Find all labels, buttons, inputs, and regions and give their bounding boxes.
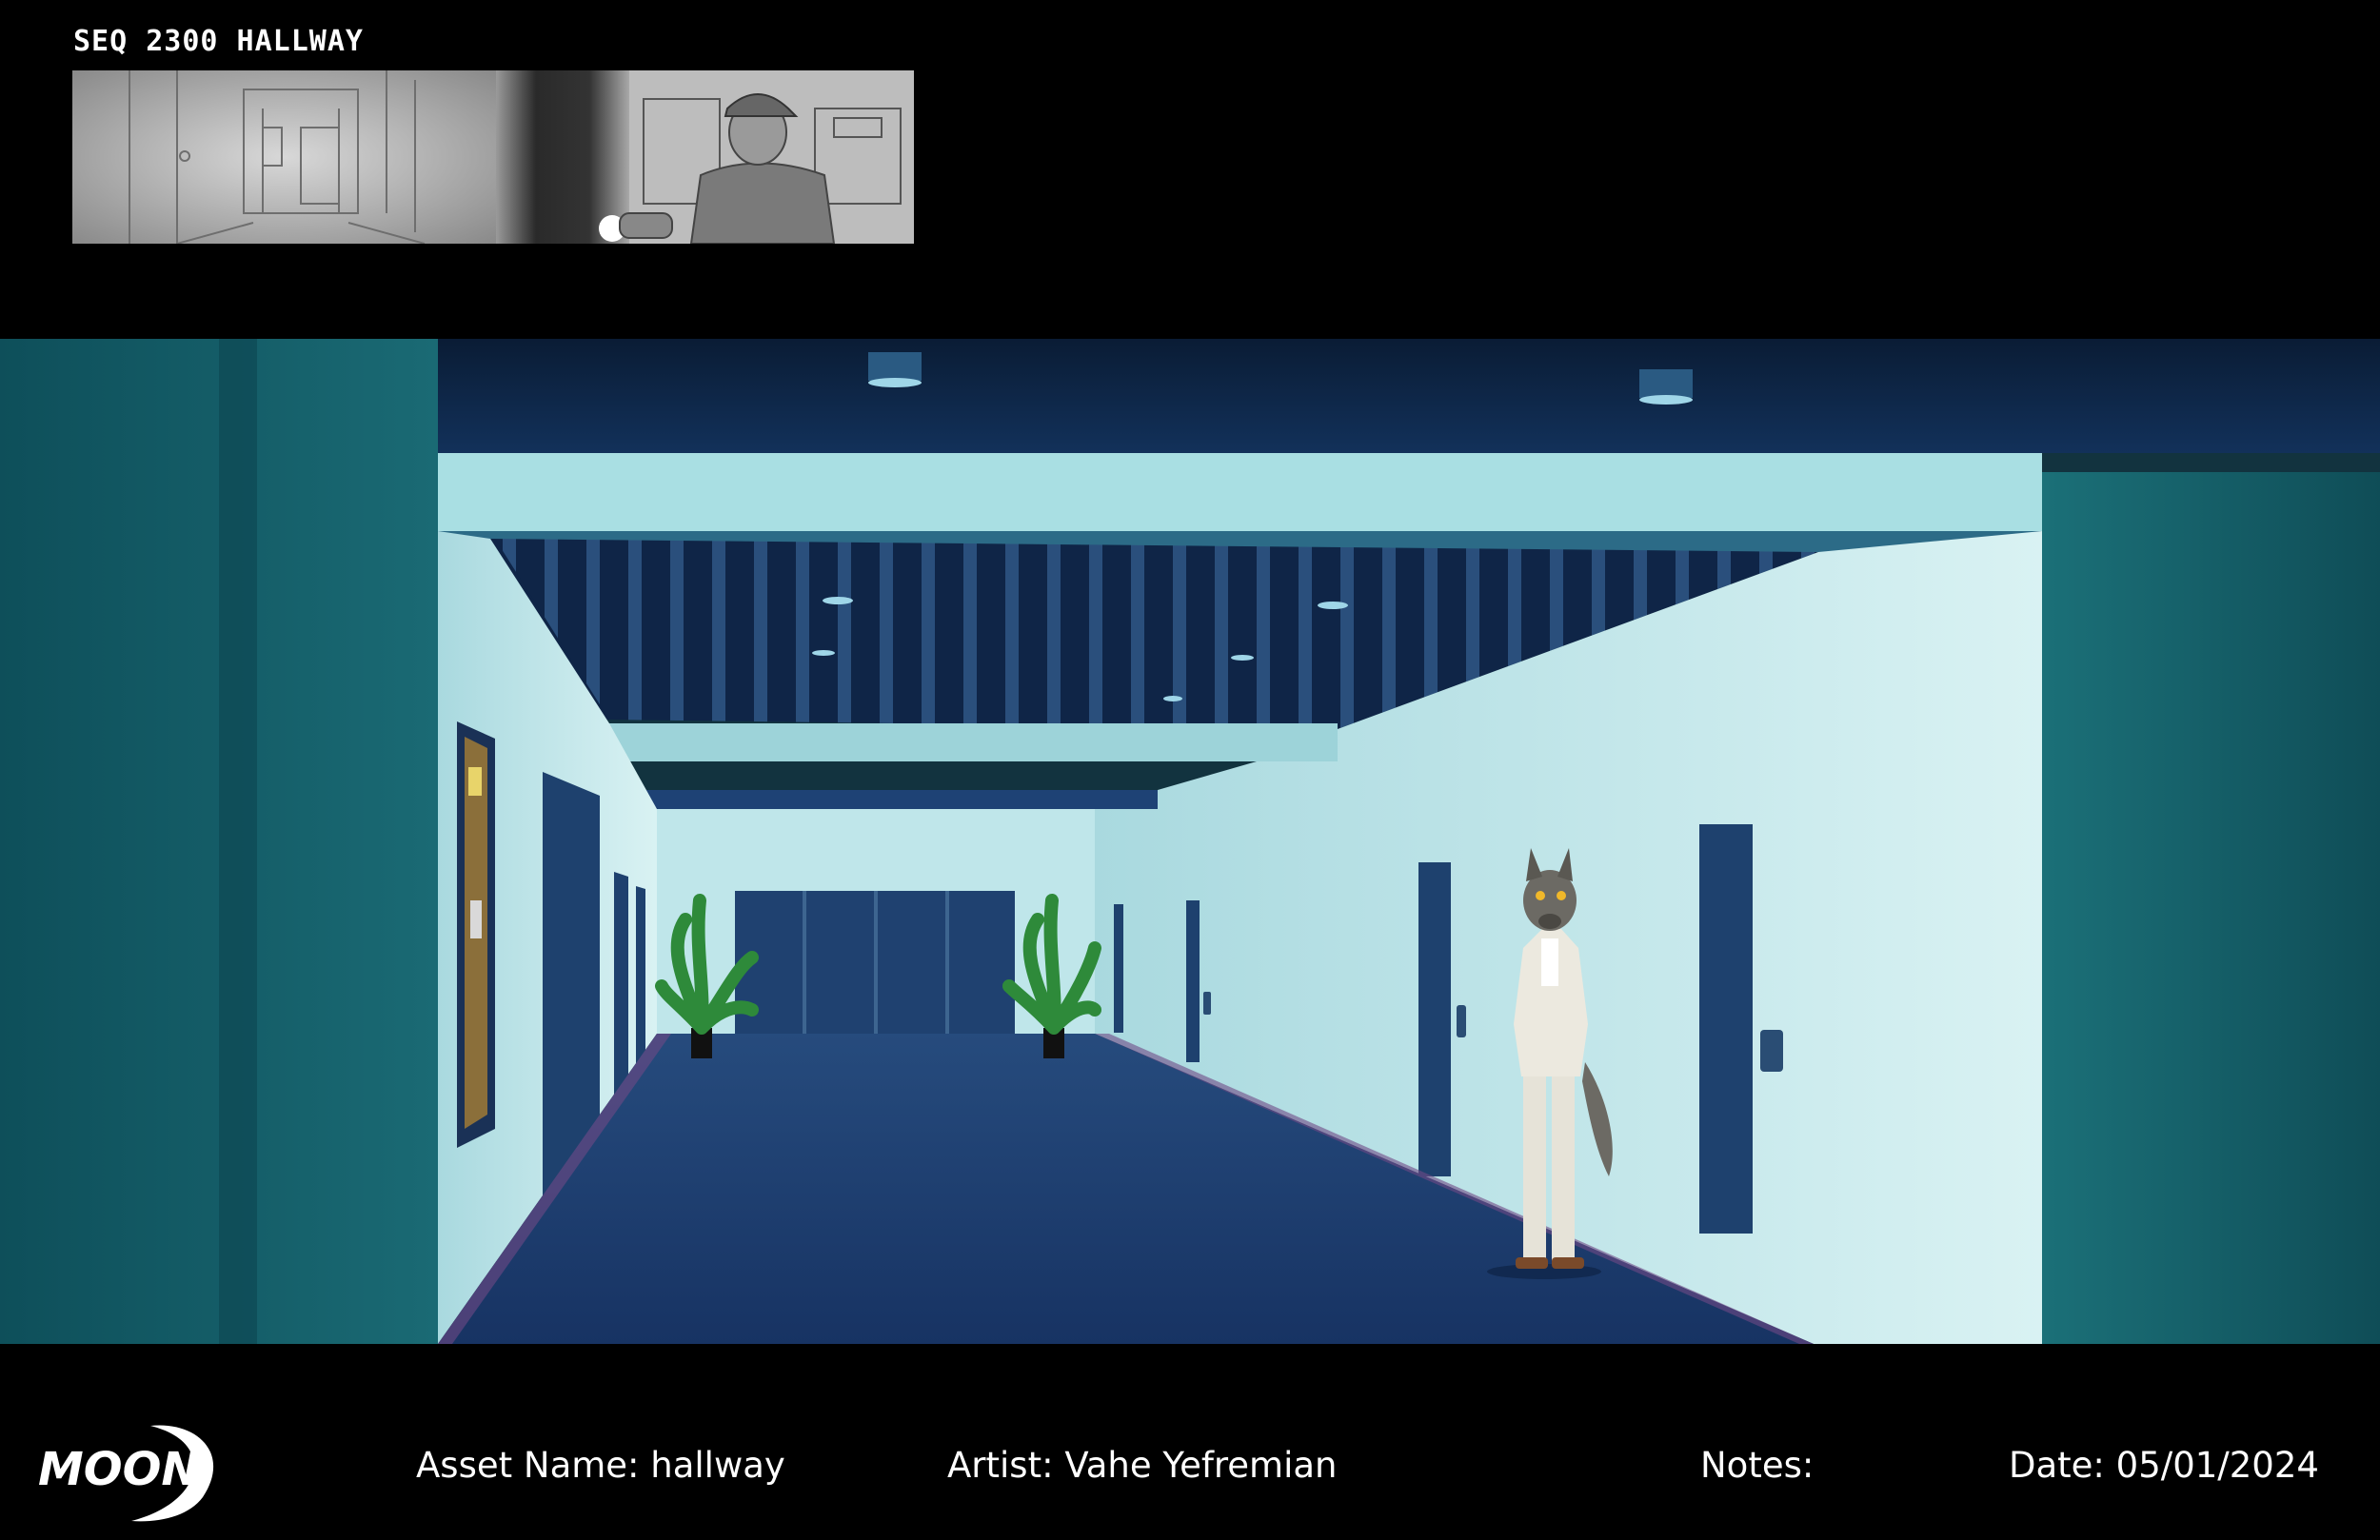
ceiling-light-icon bbox=[1318, 602, 1348, 609]
keypad-icon bbox=[1203, 992, 1211, 1015]
ceiling-light-icon bbox=[1231, 655, 1254, 661]
ceiling-light-icon bbox=[868, 352, 922, 387]
hallway-scene bbox=[0, 339, 2380, 1344]
storyboard-thumbnail bbox=[72, 70, 914, 244]
moon-logo: MOON bbox=[38, 1425, 214, 1522]
keypad-icon bbox=[1457, 1005, 1466, 1037]
guard-with-flashlight-sketch-panel bbox=[599, 70, 914, 244]
ceiling-light-icon bbox=[1163, 696, 1182, 701]
date-label: Date: 05/01/2024 bbox=[2009, 1445, 2319, 1486]
artist-label: Artist: Vahe Yefremian bbox=[947, 1445, 1338, 1486]
keypad-icon bbox=[1760, 1030, 1783, 1072]
asset-name-label: Asset Name: hallway bbox=[416, 1445, 785, 1486]
svg-text:MOON: MOON bbox=[38, 1443, 200, 1496]
ceiling-light-icon bbox=[812, 650, 835, 656]
hallway-sketch-panel bbox=[72, 70, 496, 244]
ceiling-light-icon bbox=[823, 597, 853, 604]
sequence-title: SEQ 2300 HALLWAY bbox=[73, 25, 364, 58]
ceiling-light-icon bbox=[1639, 369, 1693, 405]
notes-label: Notes: bbox=[1700, 1445, 1815, 1486]
bulletin-board bbox=[457, 721, 495, 1148]
